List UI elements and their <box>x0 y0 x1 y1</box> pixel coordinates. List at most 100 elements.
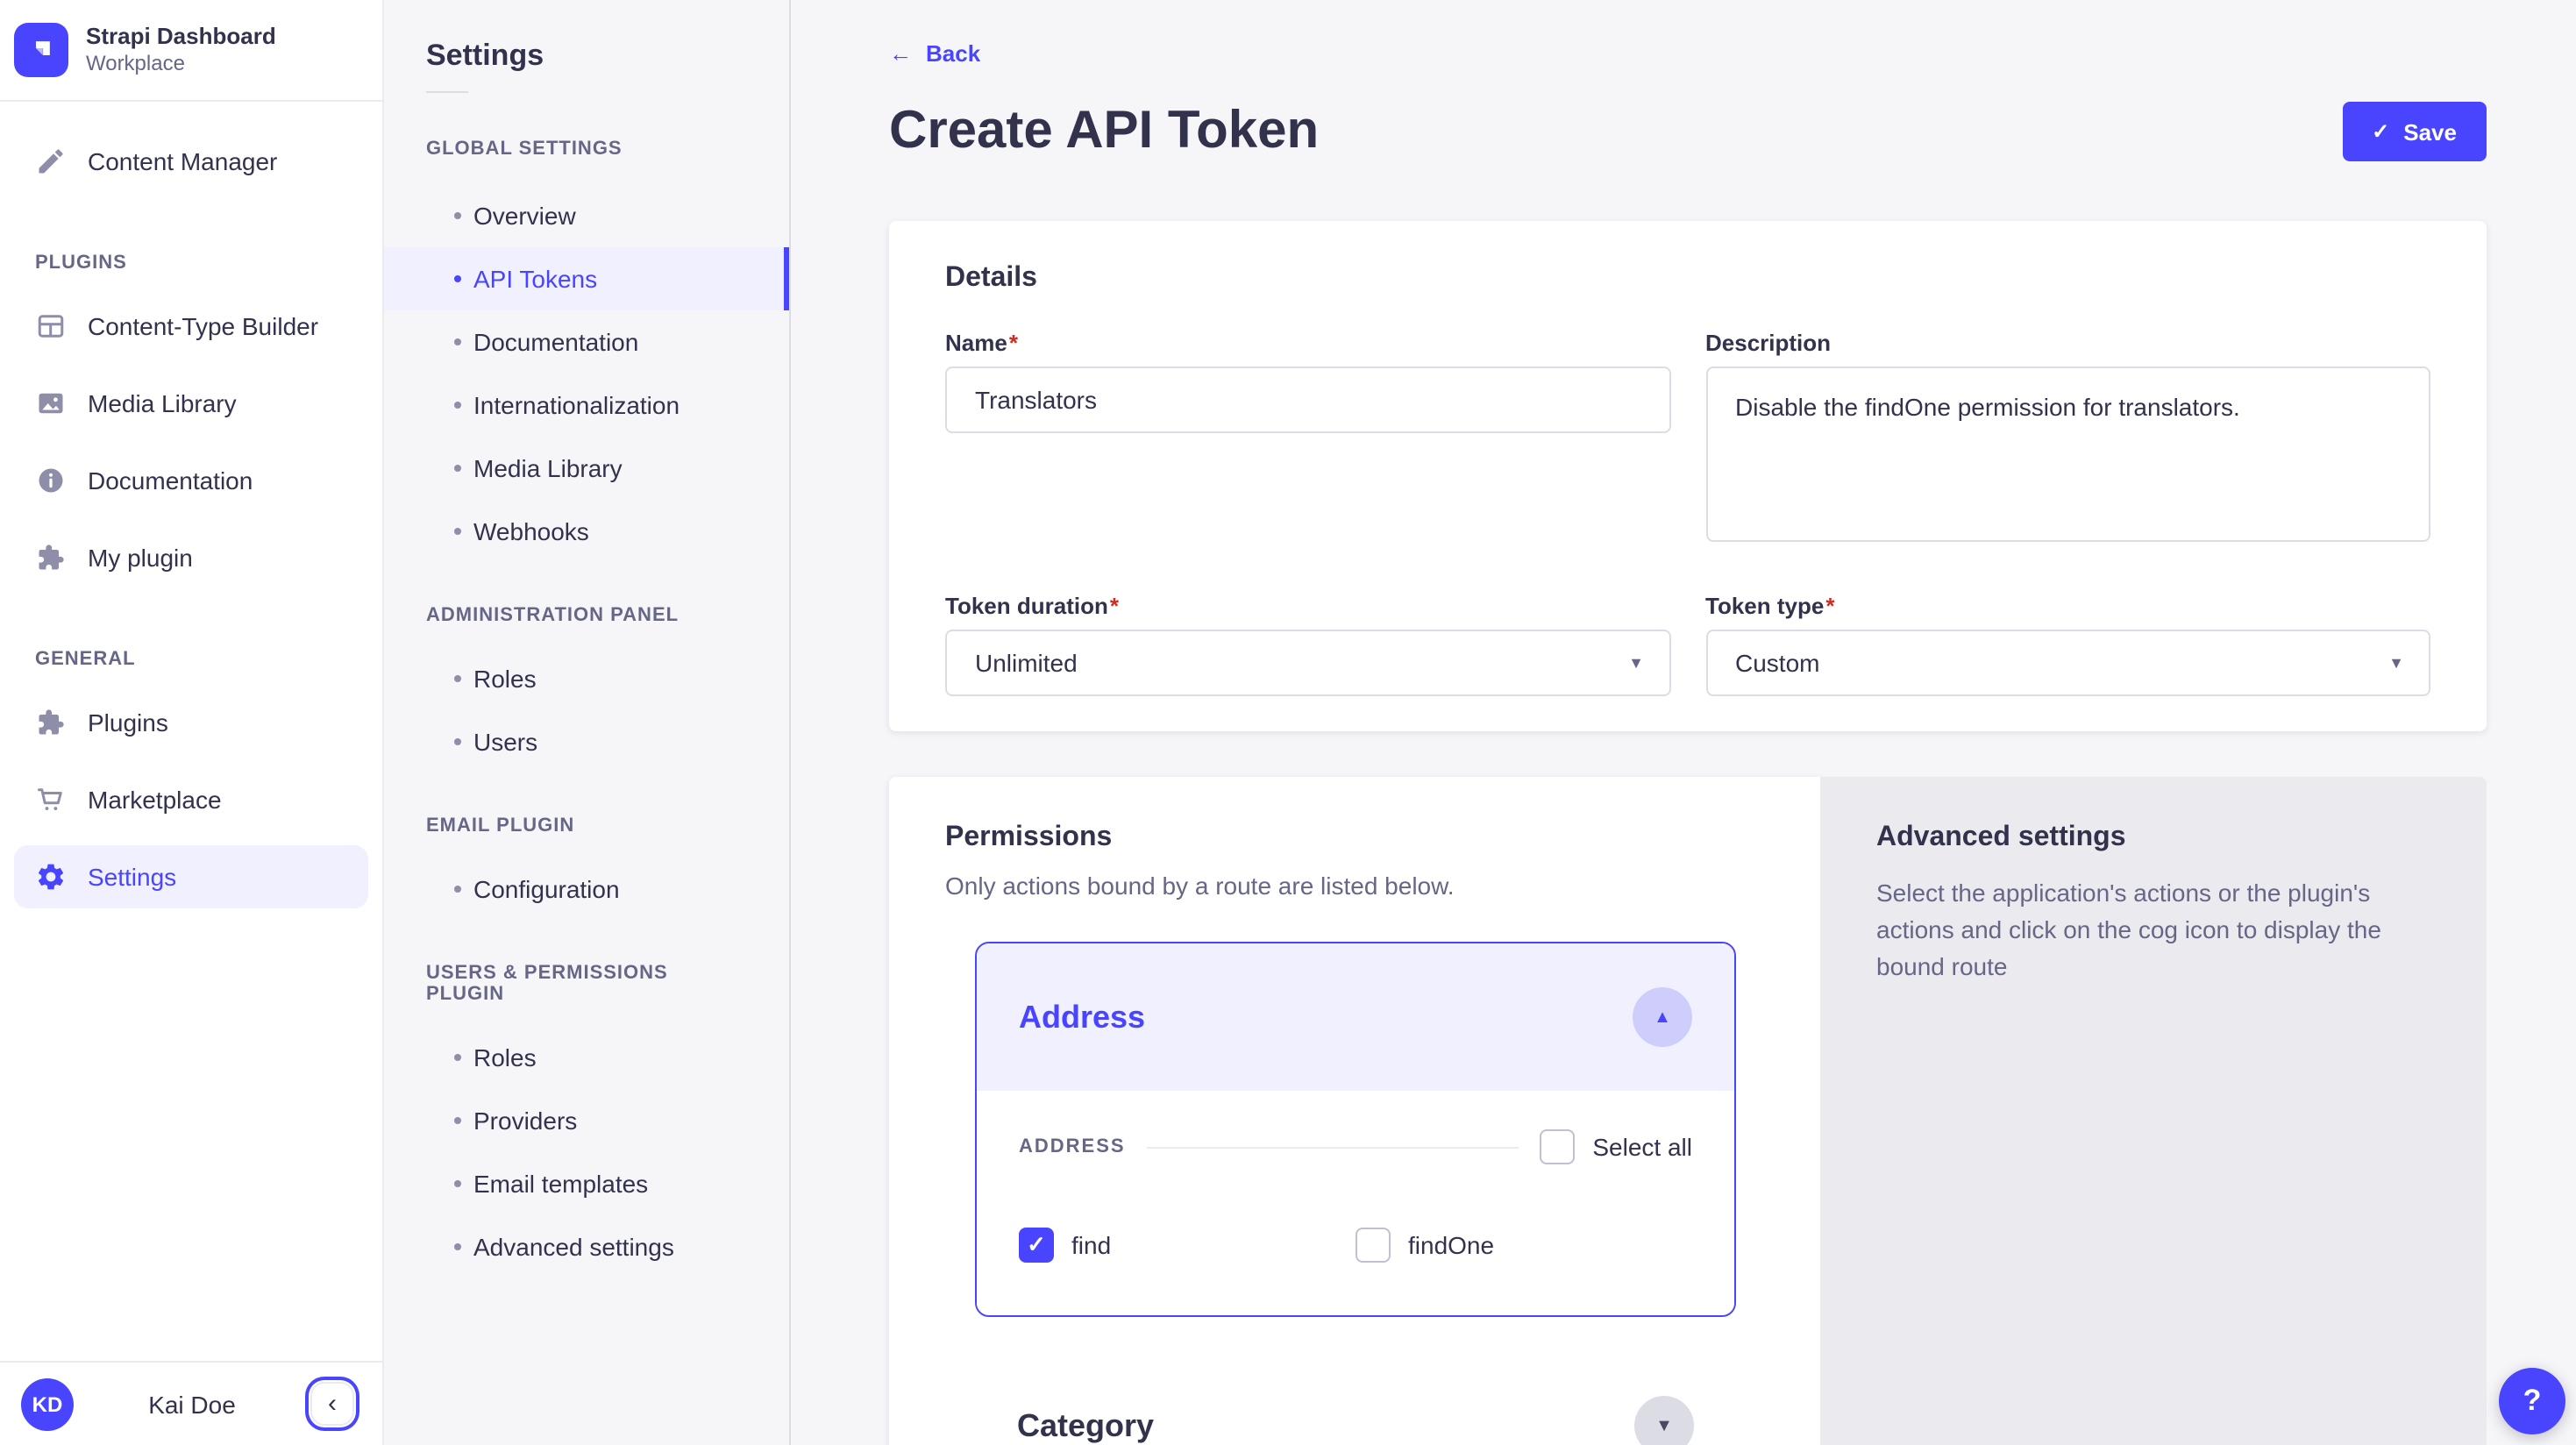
user-menu[interactable]: KD Kai Doe ‹ <box>0 1361 382 1445</box>
nav-item-documentation[interactable]: Documentation <box>14 449 368 512</box>
bullet-icon <box>454 1054 461 1061</box>
caret-down-icon: ▼ <box>1655 1416 1673 1435</box>
settings-item-label: Configuration <box>473 875 620 903</box>
collapse-accordion-button[interactable]: ▲ <box>1633 987 1692 1047</box>
info-icon <box>35 465 67 496</box>
name-input[interactable] <box>945 367 1670 433</box>
nav-item-label: Plugins <box>88 708 168 737</box>
address-group-label: ADDRESS <box>1019 1136 1126 1157</box>
brand-title: Strapi Dashboard <box>86 23 276 51</box>
chevron-down-icon: ▼ <box>2388 654 2404 672</box>
settings-item-api-tokens[interactable]: API Tokens <box>384 247 789 310</box>
settings-item-email-templates[interactable]: Email templates <box>384 1152 789 1215</box>
settings-item-label: Providers <box>473 1107 577 1135</box>
nav-item-plugins[interactable]: Plugins <box>14 691 368 754</box>
advanced-settings-panel: Advanced settings Select the application… <box>1820 777 2487 1445</box>
description-label: Description <box>1705 330 2430 356</box>
permissions-card: Permissions Only actions bound by a rout… <box>889 777 1820 1445</box>
checkbox-unchecked-icon[interactable] <box>1540 1129 1575 1164</box>
bullet-icon <box>454 1243 461 1250</box>
settings-section-users-permissions: USERS & PERMISSIONS PLUGIN <box>426 963 747 1005</box>
settings-item-label: Roles <box>473 665 537 693</box>
check-icon: ✓ <box>1027 1231 1046 1259</box>
collapse-sidebar-button[interactable]: ‹ <box>310 1382 354 1426</box>
nav-item-label: My plugin <box>88 544 193 572</box>
nav-item-my-plugin[interactable]: My plugin <box>14 526 368 589</box>
category-accordion-header[interactable]: Category ▼ <box>975 1352 1736 1445</box>
required-asterisk: * <box>1009 330 1018 356</box>
nav-item-content-type-builder[interactable]: Content-Type Builder <box>14 295 368 358</box>
settings-item-roles-up[interactable]: Roles <box>384 1026 789 1089</box>
type-field-group: Token type* Custom ▼ <box>1705 593 2430 696</box>
bullet-icon <box>454 528 461 535</box>
settings-item-documentation[interactable]: Documentation <box>384 310 789 374</box>
settings-item-providers[interactable]: Providers <box>384 1089 789 1152</box>
save-button[interactable]: ✓ Save <box>2342 102 2487 161</box>
bullet-icon <box>454 338 461 345</box>
settings-item-internationalization[interactable]: Internationalization <box>384 374 789 437</box>
bullet-icon <box>454 886 461 893</box>
token-type-value: Custom <box>1735 649 1819 677</box>
page-title: Create API Token <box>889 98 1319 165</box>
nav-item-media-library[interactable]: Media Library <box>14 372 368 435</box>
bullet-icon <box>454 465 461 472</box>
find-checkbox[interactable]: ✓ find <box>1019 1228 1356 1263</box>
settings-sidebar-title: Settings <box>426 39 747 74</box>
settings-item-advanced-settings[interactable]: Advanced settings <box>384 1215 789 1278</box>
address-accordion-body: ADDRESS Select all ✓ find <box>977 1091 1734 1315</box>
token-duration-select[interactable]: Unlimited ▼ <box>945 630 1670 696</box>
bullet-icon <box>454 1117 461 1124</box>
quill-icon <box>35 146 67 177</box>
nav-item-label: Documentation <box>88 466 253 495</box>
nav-item-content-manager[interactable]: Content Manager <box>14 130 368 193</box>
details-title: Details <box>945 263 2430 295</box>
address-accordion-label: Address <box>1019 999 1145 1036</box>
main-nav: Content Manager PLUGINS Content-Type Bui… <box>0 102 382 1361</box>
settings-section-email-plugin: EMAIL PLUGIN <box>426 815 747 836</box>
required-asterisk: * <box>1825 593 1834 619</box>
bullet-icon <box>454 1180 461 1187</box>
settings-item-users[interactable]: Users <box>384 710 789 773</box>
strapi-mark <box>25 33 58 67</box>
settings-item-label: Internationalization <box>473 391 680 419</box>
chevron-down-icon: ▼ <box>1628 654 1644 672</box>
nav-section-header-plugins: PLUGINS <box>35 253 382 274</box>
bullet-icon <box>454 738 461 745</box>
settings-item-label: Email templates <box>473 1170 648 1198</box>
address-accordion-header[interactable]: Address ▲ <box>977 943 1734 1091</box>
findone-checkbox[interactable]: findOne <box>1356 1228 1692 1263</box>
checkbox-checked-icon[interactable]: ✓ <box>1019 1228 1054 1263</box>
nav-item-settings[interactable]: Settings <box>14 845 368 908</box>
settings-item-roles-admin[interactable]: Roles <box>384 647 789 710</box>
permissions-title: Permissions <box>945 822 1736 854</box>
settings-item-overview[interactable]: Overview <box>384 184 789 247</box>
settings-item-label: Users <box>473 728 537 756</box>
settings-item-label: API Tokens <box>473 265 597 293</box>
settings-item-configuration[interactable]: Configuration <box>384 858 789 921</box>
advanced-settings-title: Advanced settings <box>1876 822 2430 854</box>
checkbox-unchecked-icon[interactable] <box>1356 1228 1391 1263</box>
token-type-label: Token type* <box>1705 593 2430 619</box>
caret-up-icon: ▲ <box>1654 1007 1671 1027</box>
brand-workspace: Workplace <box>86 51 276 77</box>
settings-section-global: GLOBAL SETTINGS <box>426 139 747 160</box>
settings-item-media-library[interactable]: Media Library <box>384 437 789 500</box>
help-button[interactable]: ? <box>2499 1368 2565 1434</box>
brand-text: Strapi Dashboard Workplace <box>86 23 276 77</box>
chevron-left-icon: ‹ <box>328 1389 337 1419</box>
description-textarea[interactable]: Disable the findOne permission for trans… <box>1705 367 2430 542</box>
settings-item-webhooks[interactable]: Webhooks <box>384 500 789 563</box>
find-label: find <box>1071 1231 1111 1259</box>
nav-section-header-general: GENERAL <box>35 649 382 670</box>
back-arrow-icon: ← <box>889 40 912 67</box>
divider <box>426 91 468 93</box>
token-type-select[interactable]: Custom ▼ <box>1705 630 2430 696</box>
nav-item-marketplace[interactable]: Marketplace <box>14 768 368 831</box>
required-asterisk: * <box>1110 593 1119 619</box>
address-accordion: Address ▲ ADDRESS Select all <box>975 942 1736 1317</box>
expand-accordion-button[interactable]: ▼ <box>1634 1396 1694 1445</box>
back-link[interactable]: ← Back <box>889 40 980 67</box>
grid-icon <box>35 310 67 342</box>
select-all-checkbox[interactable]: Select all <box>1540 1129 1692 1164</box>
gear-icon <box>35 861 67 893</box>
